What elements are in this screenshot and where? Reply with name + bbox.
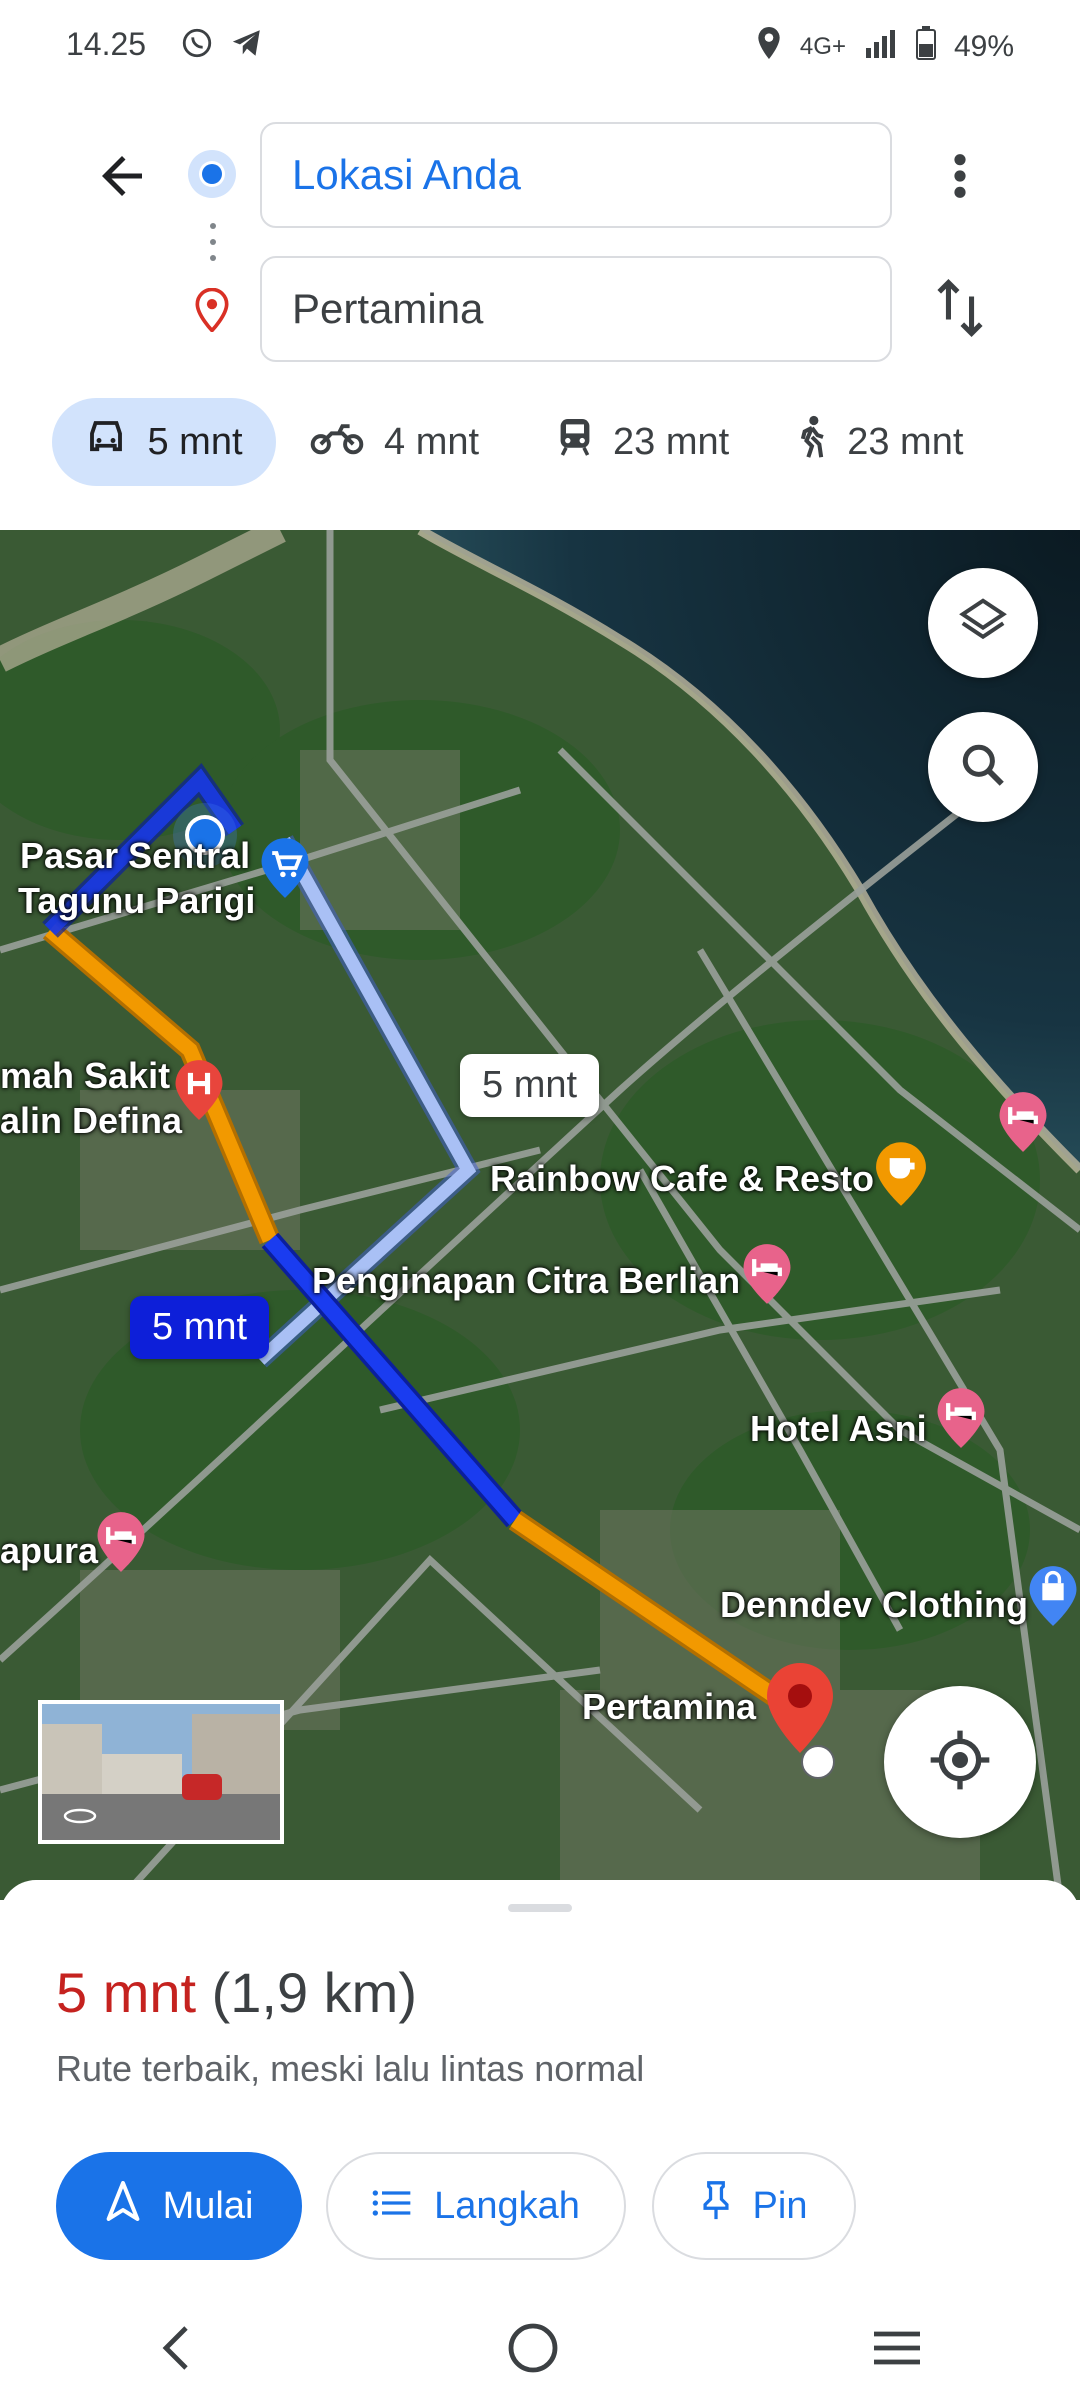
- hotel-pin-icon[interactable]: [934, 1386, 988, 1455]
- search-icon: [958, 740, 1008, 795]
- hospital-pin-icon[interactable]: [172, 1058, 226, 1127]
- hotel-pin-icon[interactable]: [94, 1510, 148, 1579]
- street-view-360-icon: [62, 1804, 98, 1833]
- tab-transit[interactable]: 23 mnt: [533, 398, 753, 486]
- alt-route-time-bubble[interactable]: 5 mnt: [460, 1054, 600, 1117]
- satellite-map: [0, 530, 1080, 1900]
- start-label: Mulai: [162, 2184, 254, 2227]
- location-icon: [756, 27, 782, 67]
- motorcycle-time: 4 mnt: [384, 420, 480, 463]
- place-label-hospital-2[interactable]: alin Defina: [0, 1100, 182, 1142]
- hotel-pin-icon[interactable]: [996, 1090, 1050, 1159]
- telegram-icon: [230, 26, 264, 65]
- nav-home-icon[interactable]: [507, 2322, 559, 2379]
- shopping-cart-pin-icon[interactable]: [258, 836, 312, 905]
- route-duration: 5 mnt: [56, 1961, 197, 2024]
- status-time: 14.25: [66, 26, 147, 62]
- route-distance: (1,9 km): [211, 1961, 417, 2024]
- steps-label: Langkah: [434, 2184, 580, 2227]
- destination-input[interactable]: Pertamina: [260, 256, 892, 362]
- motorcycle-icon: [310, 419, 364, 465]
- tab-car[interactable]: 5 mnt: [52, 398, 276, 486]
- shopping-bag-pin-icon[interactable]: [1026, 1564, 1080, 1633]
- car-time: 5 mnt: [147, 420, 243, 463]
- pin-label: Pin: [752, 2184, 808, 2227]
- route-dots-icon: [209, 222, 217, 267]
- car-icon: [85, 419, 127, 465]
- destination-pin-icon: [194, 287, 230, 337]
- place-label-penginapan[interactable]: Penginapan Citra Berlian: [312, 1260, 740, 1302]
- start-button[interactable]: Mulai: [56, 2152, 302, 2260]
- status-bar: 14.25 4G+ 49%: [0, 0, 1080, 90]
- destination-dot-icon: [800, 1744, 836, 1785]
- nav-recents-icon[interactable]: [870, 2328, 924, 2373]
- back-arrow-icon[interactable]: [92, 146, 152, 211]
- whatsapp-icon: [180, 26, 214, 65]
- hotel-pin-icon[interactable]: [740, 1242, 794, 1311]
- place-label-pasar-2[interactable]: Tagunu Parigi: [18, 880, 255, 922]
- train-icon: [557, 417, 593, 467]
- place-label-hospital[interactable]: mah Sakit: [0, 1055, 170, 1097]
- walk-icon: [797, 415, 827, 469]
- place-label-pasar[interactable]: Pasar Sentral: [20, 835, 250, 877]
- route-eta: 5 mnt (1,9 km): [56, 1960, 417, 2025]
- nav-back-icon[interactable]: [156, 2324, 196, 2377]
- crosshair-icon: [928, 1728, 992, 1797]
- street-view-thumbnail[interactable]: [38, 1700, 284, 1844]
- my-location-button[interactable]: [884, 1686, 1036, 1838]
- place-label-apura[interactable]: apura: [0, 1530, 98, 1572]
- navigation-arrow-icon: [105, 2181, 141, 2231]
- system-nav-bar: [0, 2300, 1080, 2400]
- pin-icon: [701, 2181, 731, 2231]
- layers-icon: [956, 594, 1010, 653]
- swap-icon[interactable]: [932, 278, 988, 343]
- tab-walk[interactable]: 23 mnt: [773, 398, 987, 486]
- transit-time: 23 mnt: [613, 420, 730, 463]
- battery-icon: [915, 26, 936, 68]
- route-description: Rute terbaik, meski lalu lintas normal: [56, 2048, 645, 2089]
- layers-button[interactable]: [928, 568, 1038, 678]
- place-label-rainbow[interactable]: Rainbow Cafe & Resto: [490, 1158, 874, 1200]
- route-time-bubble[interactable]: 5 mnt: [130, 1296, 270, 1359]
- cafe-pin-icon[interactable]: [872, 1140, 930, 1213]
- network-label: 4G+: [799, 33, 846, 60]
- place-label-hotel-asni[interactable]: Hotel Asni: [750, 1408, 927, 1450]
- origin-dot-icon: [186, 148, 238, 205]
- list-icon: [372, 2185, 412, 2228]
- pin-button[interactable]: Pin: [652, 2152, 856, 2260]
- place-label-pertamina[interactable]: Pertamina: [582, 1686, 756, 1728]
- search-button[interactable]: [928, 712, 1038, 822]
- sheet-drag-handle[interactable]: [508, 1904, 572, 1912]
- map-view[interactable]: Pasar Sentral Tagunu Parigi mah Sakit al…: [0, 530, 1080, 1900]
- signal-icon: [864, 28, 898, 66]
- travel-mode-tabs: 5 mnt 4 mnt 23 mnt 23 mnt: [52, 398, 1032, 486]
- origin-input[interactable]: Lokasi Anda: [260, 122, 892, 228]
- battery-percent: 49%: [953, 30, 1014, 63]
- tab-motorcycle[interactable]: 4 mnt: [286, 398, 503, 486]
- steps-button[interactable]: Langkah: [326, 2152, 626, 2260]
- place-label-denndev[interactable]: Denndev Clothing: [720, 1584, 1028, 1626]
- more-options-icon[interactable]: [942, 148, 978, 209]
- walk-time: 23 mnt: [847, 420, 964, 463]
